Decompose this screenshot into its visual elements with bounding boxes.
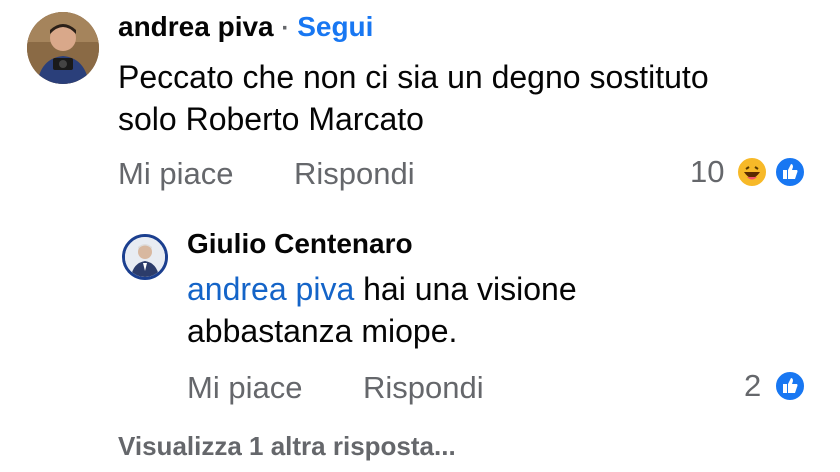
separator-dot: · xyxy=(281,15,290,42)
reply-text-rest: hai una visione xyxy=(354,271,577,307)
like-icon xyxy=(774,370,806,402)
view-more-replies-link[interactable]: Visualizza 1 altra risposta... xyxy=(118,430,456,462)
mention-link[interactable]: andrea piva xyxy=(187,271,354,307)
haha-icon xyxy=(736,156,768,188)
reply-author-name[interactable]: Giulio Centenaro xyxy=(187,227,413,261)
reply-text-line-1: andrea piva hai una visione xyxy=(187,268,577,310)
comment-author-row: andrea piva · Segui xyxy=(118,10,373,46)
like-icon xyxy=(774,156,806,188)
avatar[interactable] xyxy=(27,12,99,84)
comment-text-line-1: Peccato che non ci sia un degno sostitut… xyxy=(118,59,709,95)
reactions-count[interactable]: 10 xyxy=(690,154,724,190)
reply-reply-button[interactable]: Rispondi xyxy=(363,370,484,406)
reply-button[interactable]: Rispondi xyxy=(294,156,415,192)
reply-reactions-count[interactable]: 2 xyxy=(744,368,761,404)
like-button[interactable]: Mi piace xyxy=(118,156,233,192)
comment-author-name[interactable]: andrea piva xyxy=(118,11,274,42)
comment-text-line-2: solo Roberto Marcato xyxy=(118,101,424,137)
reply-avatar[interactable] xyxy=(122,234,168,280)
reply-text-line-2: abbastanza miope. xyxy=(187,313,458,349)
reply-like-button[interactable]: Mi piace xyxy=(187,370,302,406)
follow-button[interactable]: Segui xyxy=(297,11,373,42)
